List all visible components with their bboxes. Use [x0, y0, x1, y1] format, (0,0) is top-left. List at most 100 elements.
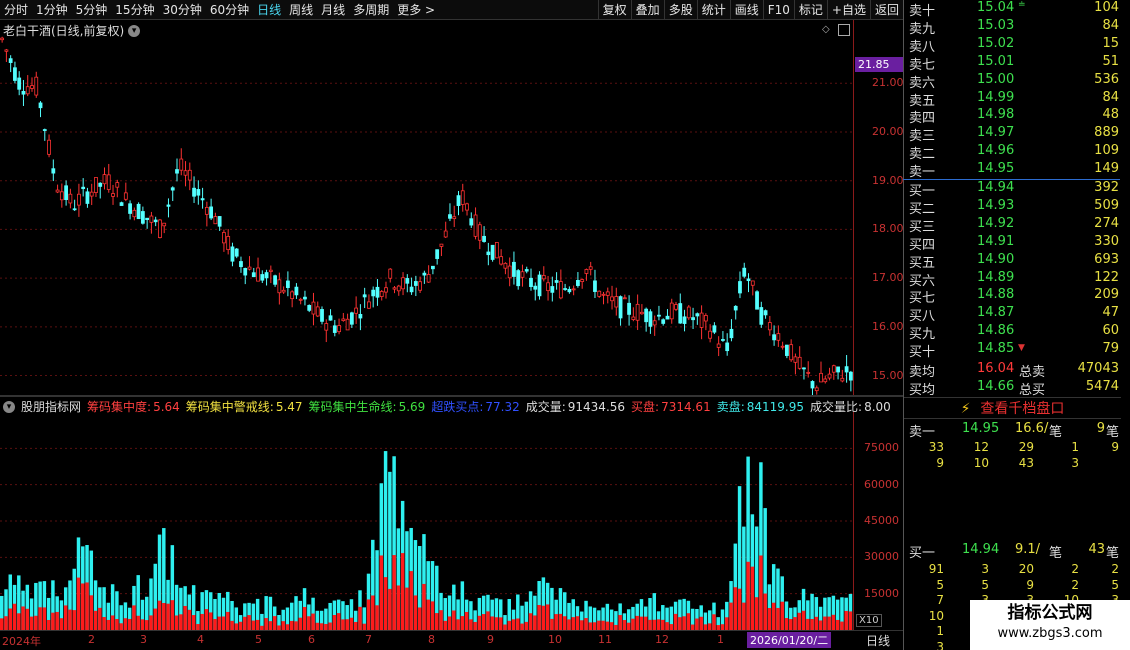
asks-row[interactable]: 卖三 14.97 889 [907, 125, 1119, 144]
volume-chart[interactable] [0, 412, 853, 630]
buy-volume-bar [797, 612, 802, 630]
asks-row[interactable]: 卖十 15.04 104 ≐ [907, 0, 1119, 19]
ask1-detail-header: 卖一 14.95 16.6/笔 9 笔 [907, 421, 1119, 440]
buy-volume-bar [763, 593, 767, 630]
buy-volume-bar [204, 609, 209, 630]
asks-row[interactable]: 卖五 14.99 84 [907, 90, 1119, 109]
bids-row[interactable]: 买三 14.92 274 [907, 216, 1119, 235]
detail-label: 买一 [909, 546, 936, 561]
buy-volume-bar [754, 597, 759, 630]
orderbook-level-label: 买十 [909, 345, 936, 361]
candle-body [486, 251, 491, 256]
side-news-strip[interactable] [1120, 0, 1130, 380]
bids-row[interactable]: 买一 14.94 392 [907, 180, 1119, 199]
asks-row[interactable]: 卖七 15.01 51 [907, 54, 1119, 73]
candle-body [614, 296, 619, 308]
candle-body [81, 186, 86, 190]
toolbar-button-0[interactable]: 复权 [597, 0, 631, 20]
order-queue-cell: 2 [1111, 562, 1119, 576]
volume-tick-label: 30000 [864, 550, 899, 564]
buy-volume-bar [268, 621, 273, 630]
bids-row[interactable]: 买十 14.85 79 ▼ [907, 341, 1119, 361]
tab-period-2[interactable]: 5分钟 [72, 0, 112, 20]
toolbar-button-4[interactable]: 画线 [729, 0, 763, 20]
buy-volume-bar [332, 615, 337, 630]
buy-volume-bar [528, 613, 533, 630]
orderbook-level-label: 买八 [909, 309, 936, 325]
candle-body [512, 261, 516, 277]
buy-volume-bar [298, 617, 303, 630]
toolbar-button-8[interactable]: 返回 [869, 0, 903, 20]
volume-tick-label: 60000 [864, 477, 899, 491]
tab-period-6[interactable]: 日线 [253, 0, 285, 20]
candle-body [426, 274, 431, 283]
orderbook-volume: 15 [1102, 35, 1119, 51]
buy-volume-bar [835, 619, 840, 630]
orderbook-price: 14.98 [977, 107, 1015, 123]
price-tick-label: 17.00 [872, 271, 904, 285]
toolbar-button-5[interactable]: F10 [762, 0, 794, 20]
tab-period-1[interactable]: 1分钟 [32, 0, 72, 20]
asks-row[interactable]: 卖四 14.98 48 [907, 107, 1119, 126]
buy-volume-bar [413, 595, 418, 630]
candle-body [166, 204, 171, 207]
bids-row[interactable]: 买五 14.90 693 [907, 252, 1119, 271]
candle-body [384, 287, 388, 293]
candle-body [243, 268, 248, 276]
bids-row[interactable]: 买七 14.88 209 [907, 287, 1119, 306]
tab-period-8[interactable]: 月线 [317, 0, 349, 20]
candle-body [25, 86, 30, 95]
asks-row[interactable]: 卖二 14.96 109 [907, 143, 1119, 163]
candle-body [558, 281, 563, 299]
candle-body [678, 303, 683, 324]
candle-body [631, 316, 636, 320]
date-tick-label: 10 [548, 633, 562, 646]
candle-body [584, 269, 589, 274]
period-label[interactable]: 日线 [866, 632, 890, 649]
bids-row[interactable]: 买四 14.91 330 [907, 234, 1119, 253]
view-depth-button[interactable]: ⚡ 查看千档盘口 [904, 397, 1121, 419]
buy-volume-bar [345, 619, 349, 630]
chevron-down-icon[interactable]: ▾ [3, 400, 15, 413]
order-queue-cell: 9 [1026, 577, 1034, 592]
toolbar-button-6[interactable]: 标记 [793, 0, 827, 20]
bids-row[interactable]: 买二 14.93 509 [907, 198, 1119, 217]
candle-body [503, 262, 508, 269]
asks-row[interactable]: 卖九 15.03 84 [907, 17, 1119, 37]
candle-body [610, 296, 614, 302]
candle-body [546, 282, 550, 292]
pane-divider[interactable] [0, 395, 903, 397]
buy-volume-bar [682, 616, 686, 630]
asks-row[interactable]: 卖一 14.95 149 [907, 161, 1119, 180]
toolbar-button-2[interactable]: 多股 [663, 0, 697, 20]
toolbar-button-3[interactable]: 统计 [696, 0, 730, 20]
candle-body [303, 296, 307, 300]
orderbook-volume: 84 [1102, 17, 1119, 33]
tab-period-10[interactable]: 更多 > [393, 0, 439, 20]
detail-avg: 9.1/ [1015, 542, 1041, 557]
orderbook-level-label: 卖二 [909, 147, 936, 163]
toolbar-button-1[interactable]: 叠加 [630, 0, 664, 20]
tab-period-7[interactable]: 周线 [285, 0, 317, 20]
order-queue-cell: 33 [928, 440, 944, 454]
buy-volume-bar [179, 614, 183, 630]
candlestick-chart[interactable] [0, 20, 853, 395]
bids-row[interactable]: 买六 14.89 122 [907, 270, 1119, 289]
tab-period-5[interactable]: 60分钟 [206, 0, 253, 20]
bids-row[interactable]: 买九 14.86 60 [907, 323, 1119, 342]
asks-row[interactable]: 卖六 15.00 536 [907, 72, 1119, 91]
buy-volume-bar [443, 620, 448, 630]
toolbar-button-7[interactable]: +自选 [826, 0, 870, 20]
tab-period-3[interactable]: 15分钟 [111, 0, 158, 20]
tab-period-9[interactable]: 多周期 [349, 0, 393, 20]
candle-body [669, 302, 674, 320]
lightning-icon: ⚡ [960, 401, 971, 417]
buy-volume-bar [102, 616, 106, 630]
buy-volume-bar [400, 553, 405, 630]
order-queue-cell: 1 [1071, 440, 1079, 454]
bids-row[interactable]: 买八 14.87 47 [907, 305, 1119, 325]
candle-body [627, 302, 631, 315]
tab-period-4[interactable]: 30分钟 [159, 0, 206, 20]
asks-row[interactable]: 卖八 15.02 15 [907, 35, 1119, 55]
tab-period-0[interactable]: 分时 [0, 0, 32, 20]
